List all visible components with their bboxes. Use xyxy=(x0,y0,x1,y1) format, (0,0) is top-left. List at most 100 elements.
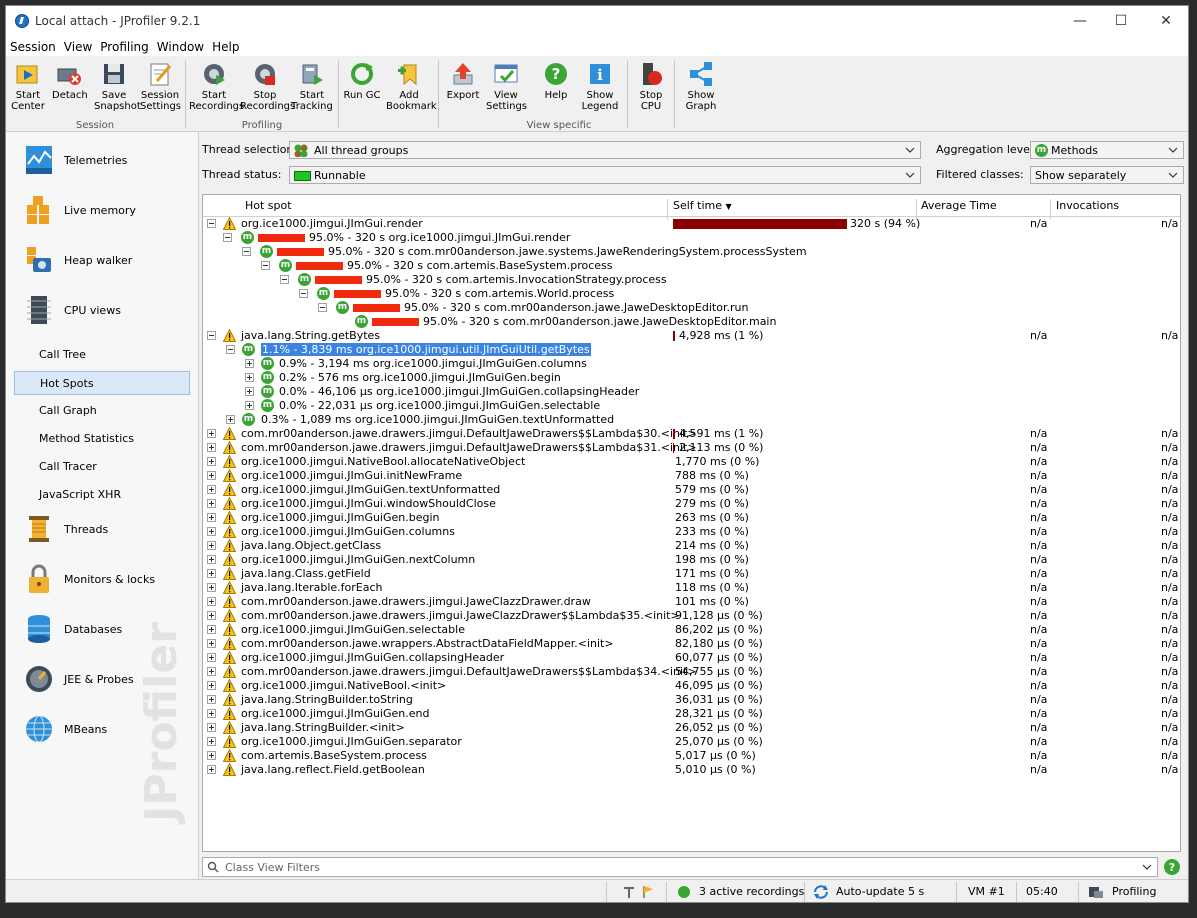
expand-toggle[interactable] xyxy=(207,751,216,760)
call-path-row[interactable]: m 0.0% - 46,106 µs org.ice1000.jimgui.JIm… xyxy=(203,385,1180,399)
table-row[interactable]: org.ice1000.jimgui.JImGuiGen.nextColumn 1… xyxy=(203,553,1180,567)
call-path-row[interactable]: m 95.0% - 320 s com.artemis.InvocationStr… xyxy=(203,273,1180,287)
table-row[interactable]: org.ice1000.jimgui.JImGuiGen.collapsingH… xyxy=(203,651,1180,665)
sidebar-item-telemetries[interactable]: Telemetries xyxy=(14,140,192,180)
collapse-toggle[interactable] xyxy=(226,345,235,354)
sidebar-item-call-graph[interactable]: Call Graph xyxy=(14,399,188,421)
menu-view[interactable]: View xyxy=(60,37,96,54)
aggregation-level-dropdown[interactable]: m Methods xyxy=(1030,141,1184,159)
sidebar-item-databases[interactable]: Databases xyxy=(14,609,192,649)
table-row[interactable]: org.ice1000.jimgui.JImGuiGen.end 28,321 µ… xyxy=(203,707,1180,721)
table-row[interactable]: java.lang.StringBuilder.toString 36,031 µ… xyxy=(203,693,1180,707)
table-row[interactable]: java.lang.reflect.Field.getBoolean 5,010 … xyxy=(203,763,1180,777)
collapse-toggle[interactable] xyxy=(223,233,232,242)
menu-window[interactable]: Window xyxy=(153,37,208,54)
expand-toggle[interactable] xyxy=(207,639,216,648)
run-gc-button[interactable]: Run GC xyxy=(342,61,382,101)
table-row[interactable]: com.mr00anderson.jawe.drawers.jimgui.Def… xyxy=(203,665,1180,679)
auto-update-status[interactable]: Auto-update 5 s xyxy=(836,885,924,898)
menu-session[interactable]: Session xyxy=(6,37,60,54)
table-row[interactable]: org.ice1000.jimgui.JImGuiGen.selectable 8… xyxy=(203,623,1180,637)
start-tracking-button[interactable]: Start Tracking xyxy=(291,61,333,112)
call-path-row[interactable]: m 95.0% - 320 s com.artemis.BaseSystem.pr… xyxy=(203,259,1180,273)
call-path-row-selected[interactable]: m 1.1% - 3,839 ms org.ice1000.jimgui.util… xyxy=(203,343,1180,357)
sidebar-item-hot-spots[interactable]: Hot Spots xyxy=(14,371,190,395)
expand-toggle[interactable] xyxy=(226,415,235,424)
table-row[interactable]: org.ice1000.jimgui.NativeBool.<init> 46,0… xyxy=(203,679,1180,693)
call-path-row[interactable]: m 95.0% - 320 s com.mr00anderson.jawe.sys… xyxy=(203,245,1180,259)
collapse-toggle[interactable] xyxy=(242,247,251,256)
class-view-filter-input[interactable]: Class View Filters xyxy=(202,857,1158,877)
session-settings-button[interactable]: Session Settings xyxy=(140,61,181,112)
close-button[interactable]: ✕ xyxy=(1151,11,1181,31)
chevron-down-icon[interactable] xyxy=(1141,861,1153,873)
show-graph-button[interactable]: Show Graph xyxy=(682,61,720,112)
table-row[interactable]: com.mr00anderson.jawe.wrappers.AbstractD… xyxy=(203,637,1180,651)
sidebar-item-monitors-locks[interactable]: Monitors & locks xyxy=(14,559,192,599)
collapse-toggle[interactable] xyxy=(207,219,216,228)
minimize-button[interactable]: — xyxy=(1065,11,1095,31)
start-recordings-button[interactable]: Start Recordings xyxy=(189,61,244,112)
expand-toggle[interactable] xyxy=(207,443,216,452)
call-path-row[interactable]: m 95.0% - 320 s com.artemis.World.process xyxy=(203,287,1180,301)
sidebar-item-call-tree[interactable]: Call Tree xyxy=(14,343,188,365)
detach-button[interactable]: Detach xyxy=(52,61,88,101)
table-row[interactable]: java.lang.Object.getClass 214 ms (0 %) n/a… xyxy=(203,539,1180,553)
sidebar-item-method-statistics[interactable]: Method Statistics xyxy=(14,427,188,449)
collapse-toggle[interactable] xyxy=(280,275,289,284)
expand-toggle[interactable] xyxy=(207,541,216,550)
active-recordings-status[interactable]: 3 active recordings xyxy=(699,885,804,898)
menu-profiling[interactable]: Profiling xyxy=(96,37,153,54)
sidebar-item-javascript-xhr[interactable]: JavaScript XHR xyxy=(14,483,188,505)
export-button[interactable]: Export xyxy=(444,61,482,101)
table-row[interactable]: org.ice1000.jimgui.JImGui.initNewFrame 78… xyxy=(203,469,1180,483)
sidebar-item-call-tracer[interactable]: Call Tracer xyxy=(14,455,188,477)
expand-toggle[interactable] xyxy=(207,723,216,732)
sidebar-item-cpu-views[interactable]: CPU views xyxy=(14,290,192,330)
expand-toggle[interactable] xyxy=(207,485,216,494)
collapse-toggle[interactable] xyxy=(299,289,308,298)
table-row[interactable]: org.ice1000.jimgui.JImGuiGen.separator 25… xyxy=(203,735,1180,749)
sidebar-item-heap-walker[interactable]: Heap walker xyxy=(14,240,192,280)
table-row[interactable]: com.artemis.BaseSystem.process 5,017 µs (… xyxy=(203,749,1180,763)
expand-toggle[interactable] xyxy=(207,653,216,662)
stop-recordings-button[interactable]: Stop Recordings xyxy=(240,61,295,112)
table-row[interactable]: com.mr00anderson.jawe.drawers.jimgui.Def… xyxy=(203,441,1180,455)
table-row[interactable]: com.mr00anderson.jawe.drawers.jimgui.Def… xyxy=(203,427,1180,441)
bookmark-flag-icon[interactable] xyxy=(622,885,654,899)
call-path-row[interactable]: m 95.0% - 320 s com.mr00anderson.jawe.Jaw… xyxy=(203,315,1180,329)
expand-toggle[interactable] xyxy=(245,401,254,410)
expand-toggle[interactable] xyxy=(207,695,216,704)
table-row[interactable]: java.lang.String.getBytes 4,928 ms (1 %) n… xyxy=(203,329,1180,343)
add-bookmark-button[interactable]: Add Bookmark xyxy=(386,61,437,112)
column-invocations[interactable]: Invocations xyxy=(1056,199,1119,212)
expand-toggle[interactable] xyxy=(207,681,216,690)
help-icon[interactable]: ? xyxy=(1163,858,1181,876)
sidebar-item-threads[interactable]: Threads xyxy=(14,509,192,549)
table-row[interactable]: org.ice1000.jimgui.JImGuiGen.textUnforma… xyxy=(203,483,1180,497)
table-row[interactable]: java.lang.Iterable.forEach 118 ms (0 %) n/… xyxy=(203,581,1180,595)
expand-toggle[interactable] xyxy=(207,429,216,438)
column-self-time[interactable]: Self time ▼ xyxy=(673,199,732,212)
expand-toggle[interactable] xyxy=(245,387,254,396)
call-path-row[interactable]: m 95.0% - 320 s org.ice1000.jimgui.JImGui… xyxy=(203,231,1180,245)
expand-toggle[interactable] xyxy=(245,359,254,368)
sidebar-item-jee-probes[interactable]: JEE & Probes xyxy=(14,659,192,699)
show-legend-button[interactable]: i Show Legend xyxy=(580,61,620,112)
table-row[interactable]: org.ice1000.jimgui.JImGuiGen.columns 233 … xyxy=(203,525,1180,539)
expand-toggle[interactable] xyxy=(207,709,216,718)
table-row[interactable]: java.lang.StringBuilder.<init> 26,052 µs … xyxy=(203,721,1180,735)
expand-toggle[interactable] xyxy=(207,457,216,466)
expand-toggle[interactable] xyxy=(207,611,216,620)
call-path-row[interactable]: m 95.0% - 320 s com.mr00anderson.jawe.Jaw… xyxy=(203,301,1180,315)
expand-toggle[interactable] xyxy=(207,597,216,606)
call-path-row[interactable]: m 0.2% - 576 ms org.ice1000.jimgui.JImGui… xyxy=(203,371,1180,385)
expand-toggle[interactable] xyxy=(207,765,216,774)
sidebar-item-live-memory[interactable]: Live memory xyxy=(14,190,192,230)
start-center-button[interactable]: Start Center xyxy=(11,61,45,112)
expand-toggle[interactable] xyxy=(207,513,216,522)
expand-toggle[interactable] xyxy=(207,499,216,508)
expand-toggle[interactable] xyxy=(207,569,216,578)
view-settings-button[interactable]: View Settings xyxy=(486,61,527,112)
expand-toggle[interactable] xyxy=(207,583,216,592)
